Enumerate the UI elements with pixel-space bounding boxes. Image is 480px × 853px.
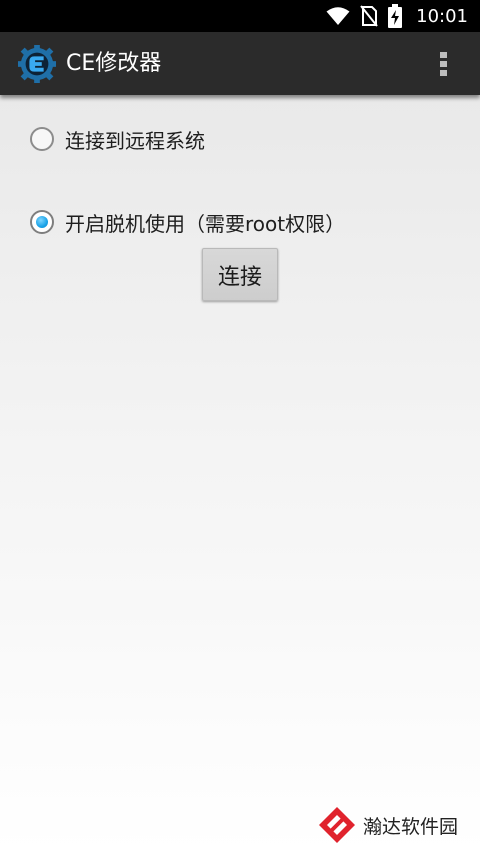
status-time: 10:01	[416, 5, 468, 27]
status-icons: 10:01	[326, 0, 468, 32]
watermark-text: 瀚达软件园	[362, 815, 458, 838]
status-bar: 10:01	[0, 0, 480, 32]
app-title: CE修改器	[66, 51, 162, 76]
remote-connect-option[interactable]: 连接到远程系统	[30, 123, 205, 155]
remote-connect-label: 连接到远程系统	[65, 128, 205, 153]
no-sim-icon	[360, 5, 378, 27]
more-vert-icon[interactable]	[432, 48, 456, 80]
offline-mode-option[interactable]: 开启脱机使用（需要root权限）	[30, 206, 345, 238]
connect-button[interactable]: 连接	[202, 248, 278, 301]
radio-button-checked[interactable]	[30, 210, 54, 234]
cheat-engine-logo	[18, 45, 56, 83]
action-bar: CE修改器	[0, 32, 480, 95]
offline-mode-label: 开启脱机使用（需要root权限）	[65, 211, 346, 236]
radio-button-unchecked[interactable]	[30, 127, 54, 151]
watermark: 瀚达软件园	[317, 805, 458, 845]
battery-charging-icon	[388, 4, 403, 28]
watermark-logo-icon	[318, 807, 355, 843]
wifi-icon	[326, 7, 350, 25]
